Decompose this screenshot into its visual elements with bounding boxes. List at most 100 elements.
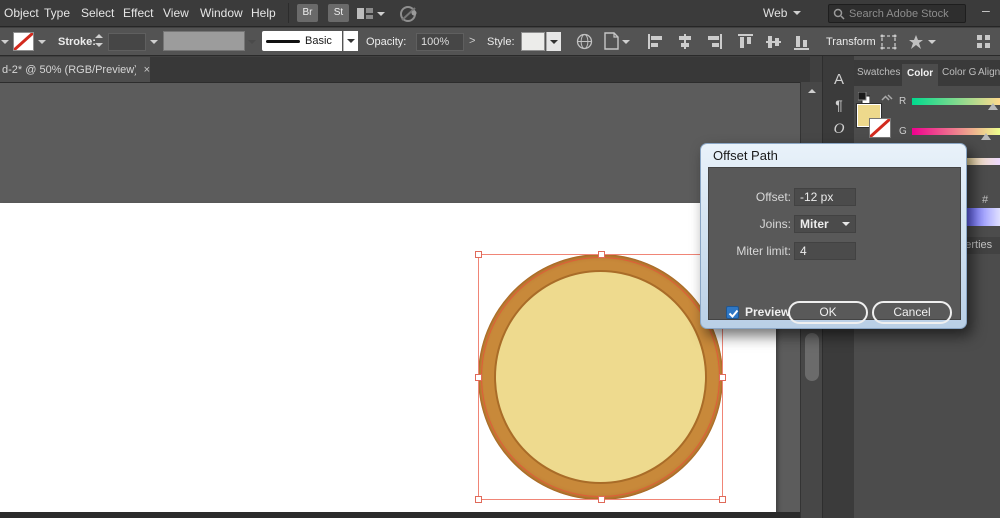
handle-top-center[interactable] [598, 251, 605, 258]
offset-input[interactable]: -12 px [794, 188, 856, 206]
brush-chevron-button[interactable] [343, 31, 358, 51]
arrange-documents-chevron-icon[interactable] [377, 12, 385, 16]
document-title: d-2* @ 50% (RGB/Preview) [2, 63, 136, 76]
scrollbar-thumb[interactable] [805, 333, 819, 381]
document-tab[interactable]: d-2* @ 50% (RGB/Preview) × [0, 57, 150, 82]
brush-stroke-preview-icon [266, 40, 300, 43]
menu-window[interactable]: Window [200, 6, 243, 20]
menu-bar: Object Type Select Effect View Window He… [0, 0, 1000, 27]
touch-workspace-icon[interactable] [399, 4, 418, 23]
align-horizontal-right-icon[interactable] [706, 34, 722, 49]
handle-middle-right[interactable] [719, 374, 726, 381]
illustrator-window: Object Type Select Effect View Window He… [0, 0, 1000, 518]
tab-color[interactable]: Color [902, 64, 939, 86]
miter-limit-label: Miter limit: [736, 244, 791, 258]
offset-path-dialog: Offset Path Offset: -12 px Joins: Miter … [700, 143, 967, 329]
align-horizontal-left-icon[interactable] [648, 34, 664, 49]
canvas-area[interactable] [0, 82, 822, 518]
brush-name: Basic [305, 35, 332, 47]
align-vertical-top-icon[interactable] [738, 34, 753, 50]
handle-middle-left[interactable] [475, 374, 482, 381]
align-vertical-center-icon[interactable] [766, 34, 781, 50]
transform-button[interactable]: Transform [826, 36, 876, 48]
stroke-width-up-icon[interactable] [95, 34, 103, 38]
bridge-button[interactable]: Br [297, 4, 318, 22]
menu-object[interactable]: Object [4, 6, 39, 20]
style-label: Style: [487, 36, 515, 48]
fill-chevron-cut-icon[interactable] [1, 40, 9, 44]
style-swatch[interactable] [521, 32, 545, 51]
cancel-button[interactable]: Cancel [872, 301, 952, 324]
preview-checkbox[interactable] [726, 306, 739, 319]
brush-definition[interactable]: Basic [262, 31, 342, 51]
hex-field-label: # [982, 194, 989, 206]
check-icon [728, 309, 739, 318]
opacity-field[interactable]: 100% [416, 33, 464, 51]
red-channel-slider[interactable] [912, 98, 1000, 105]
stroke-width-field[interactable] [108, 33, 146, 51]
menu-select[interactable]: Select [81, 6, 114, 20]
search-placeholder: Search Adobe Stock [849, 7, 949, 20]
stroke-none-swatch[interactable] [869, 118, 891, 138]
green-slider-handle-icon[interactable] [981, 133, 991, 140]
panel-tab-bar: Swatches Color Color Guide Align [854, 60, 1000, 86]
paragraph-panel-icon[interactable]: ¶ [823, 97, 855, 113]
character-panel-icon[interactable]: A [823, 71, 855, 88]
opacity-menu-arrow-icon[interactable]: > [469, 35, 475, 47]
miter-limit-input[interactable]: 4 [794, 242, 856, 260]
dialog-title: Offset Path [713, 148, 778, 163]
fill-stroke-mini-icon[interactable] [858, 92, 870, 104]
document-setup-icon[interactable] [604, 32, 619, 50]
stroke-width-down-icon[interactable] [95, 43, 103, 47]
search-icon [833, 8, 845, 20]
red-slider-handle-icon[interactable] [988, 103, 998, 110]
search-field[interactable]: Search Adobe Stock [828, 4, 966, 23]
document-setup-globe-icon[interactable] [576, 33, 593, 50]
document-tab-bar: d-2* @ 50% (RGB/Preview) × [0, 57, 810, 82]
joins-select[interactable]: Miter [794, 215, 856, 233]
workspace-grid-icon[interactable] [977, 35, 991, 49]
menu-view[interactable]: View [163, 6, 189, 20]
document-setup-chevron-icon[interactable] [622, 40, 630, 44]
dialog-body: Offset: -12 px Joins: Miter Miter limit:… [708, 167, 961, 324]
tab-color-guide[interactable]: Color Guide [942, 67, 977, 78]
joins-chevron-icon [842, 222, 850, 226]
align-vertical-bottom-icon[interactable] [794, 34, 809, 50]
document-close-icon[interactable]: × [144, 64, 150, 76]
tab-swatches[interactable]: Swatches [857, 67, 900, 78]
minimize-button[interactable]: – [982, 2, 990, 18]
stroke-width-chevron-icon[interactable] [150, 40, 158, 44]
bounding-box-icon[interactable] [880, 34, 897, 50]
handle-bottom-center[interactable] [598, 496, 605, 503]
ok-button[interactable]: OK [788, 301, 868, 324]
menu-help[interactable]: Help [251, 6, 276, 20]
control-bar: Stroke: Basic Opacity: 100% > Style: Tra… [0, 28, 1000, 56]
tab-align[interactable]: Align [978, 67, 1000, 78]
align-horizontal-center-icon[interactable] [677, 34, 693, 49]
fill-none-swatch[interactable] [13, 32, 34, 51]
workspace-switcher[interactable]: Web [763, 6, 787, 20]
width-profile-chevron-icon[interactable] [248, 40, 256, 44]
menu-effect[interactable]: Effect [123, 6, 153, 20]
handle-bottom-left[interactable] [475, 496, 482, 503]
offset-label: Offset: [755, 190, 791, 204]
handle-top-left[interactable] [475, 251, 482, 258]
style-chevron-button[interactable] [546, 32, 561, 51]
scroll-up-icon[interactable] [808, 89, 816, 93]
red-channel-label: R [899, 96, 907, 107]
stroke-label: Stroke: [58, 36, 96, 48]
workspace-chevron-icon[interactable] [793, 11, 801, 15]
fill-swatch-chevron-icon[interactable] [38, 40, 46, 44]
arrange-documents-icon[interactable] [357, 7, 373, 20]
shape-properties-chevron-icon[interactable] [928, 40, 936, 44]
menu-type[interactable]: Type [44, 6, 70, 20]
shape-properties-icon[interactable] [908, 34, 925, 50]
handle-bottom-right[interactable] [719, 496, 726, 503]
opentype-panel-icon[interactable]: O [823, 121, 855, 138]
preview-label: Preview [745, 305, 791, 319]
swap-fill-stroke-icon[interactable] [880, 92, 894, 104]
width-profile-swatch[interactable] [163, 31, 245, 51]
green-channel-label: G [899, 126, 907, 137]
stock-button[interactable]: St [328, 4, 349, 22]
selection-bounding-box[interactable] [475, 251, 726, 503]
